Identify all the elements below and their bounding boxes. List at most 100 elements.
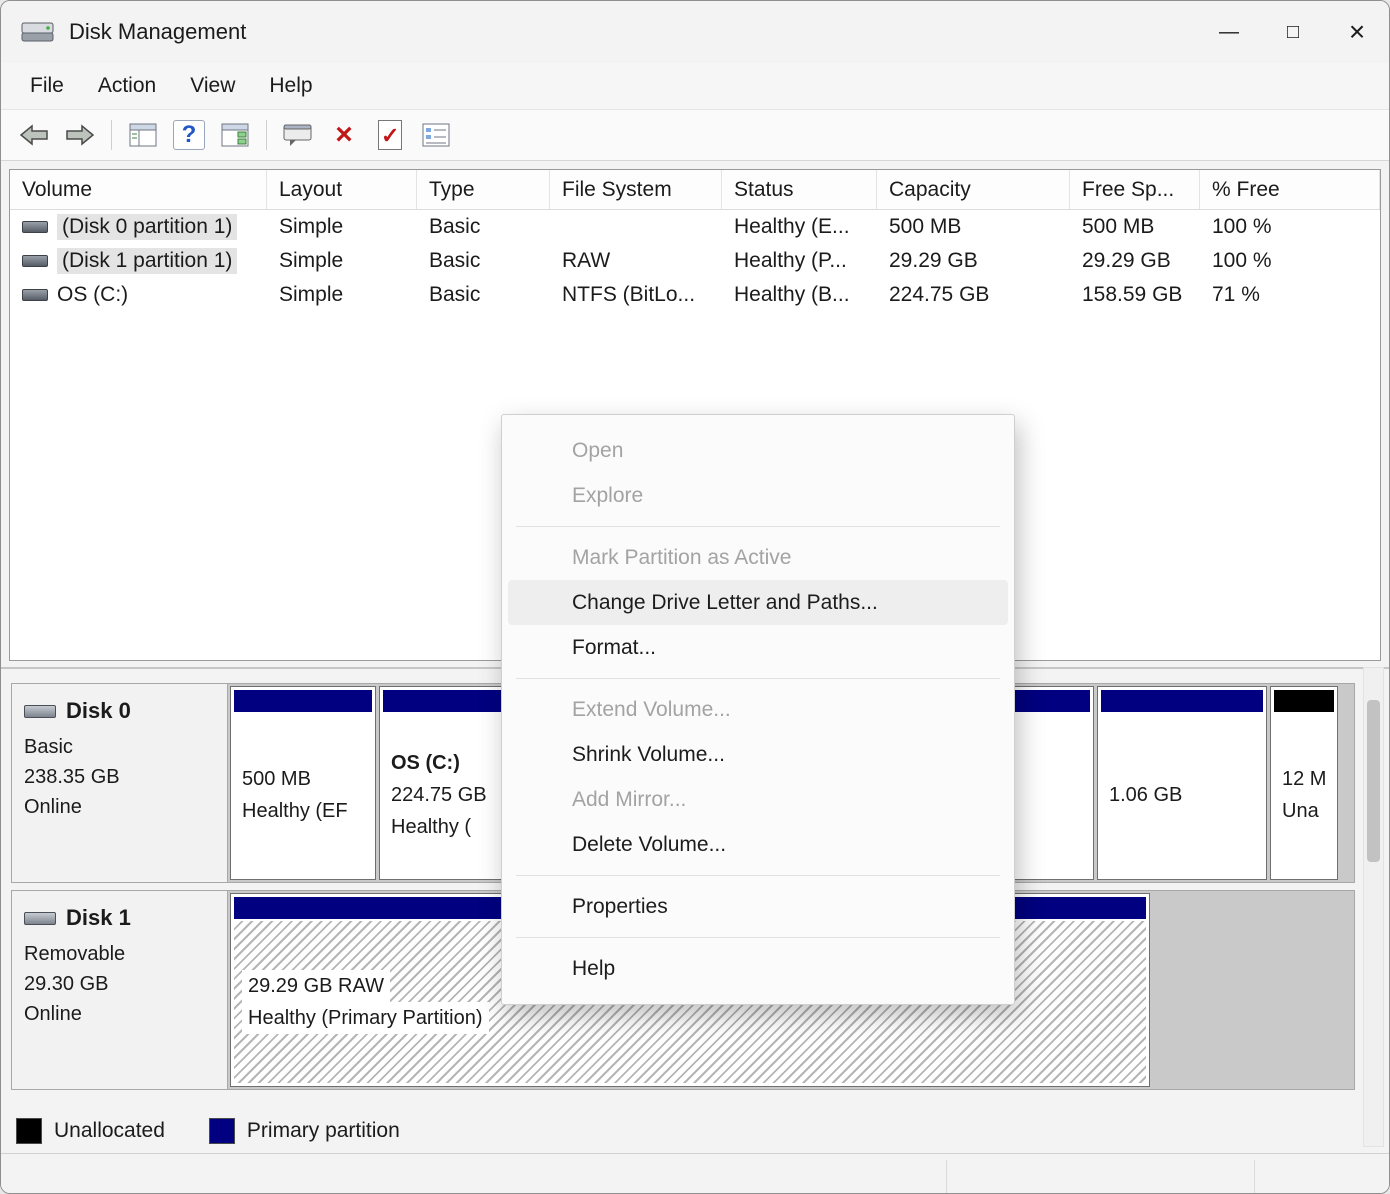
partition-header — [1101, 690, 1263, 712]
disk-type: Removable — [24, 939, 215, 969]
cell-pct-free: 100 % — [1200, 244, 1380, 278]
unallocated-swatch — [16, 1118, 42, 1144]
disk-icon — [24, 912, 56, 925]
unallocated-header — [1274, 690, 1334, 712]
column-header-pct-free[interactable]: % Free — [1200, 170, 1380, 209]
unallocated-block[interactable]: 12 M Una — [1270, 686, 1338, 880]
menu-item-shrink-volume[interactable]: Shrink Volume... — [508, 732, 1008, 777]
check-disk-icon[interactable]: ✓ — [367, 115, 413, 155]
unallocated-size: 12 M — [1282, 763, 1326, 795]
menu-separator — [516, 875, 1000, 876]
statusbar-divider — [946, 1160, 947, 1193]
column-header-volume[interactable]: Volume — [10, 170, 267, 209]
column-header-status[interactable]: Status — [722, 170, 877, 209]
action-pane-icon[interactable] — [212, 115, 258, 155]
disk-name: Disk 0 — [66, 698, 131, 724]
cell-type: Basic — [417, 210, 550, 244]
volume-list-header: Volume Layout Type File System Status Ca… — [10, 170, 1380, 210]
menu-help[interactable]: Help — [252, 68, 329, 104]
menu-item-format[interactable]: Format... — [508, 625, 1008, 670]
cell-layout: Simple — [267, 278, 417, 312]
menu-item-extend-volume: Extend Volume... — [508, 687, 1008, 732]
back-icon[interactable] — [11, 115, 57, 155]
table-row-disk0-partition1[interactable]: (Disk 0 partition 1) Simple Basic Health… — [10, 210, 1380, 244]
disk-size: 238.35 GB — [24, 762, 215, 792]
column-header-file-system[interactable]: File System — [550, 170, 722, 209]
disk-status: Online — [24, 999, 215, 1029]
delete-icon[interactable]: × — [321, 115, 367, 155]
disk-status: Online — [24, 792, 215, 822]
cell-status: Healthy (B... — [722, 278, 877, 312]
menu-item-mark-partition-active: Mark Partition as Active — [508, 535, 1008, 580]
cell-file-system: NTFS (BitLo... — [550, 278, 722, 312]
menu-view[interactable]: View — [173, 68, 252, 104]
scrollbar-thumb[interactable] — [1367, 700, 1380, 862]
help-icon[interactable]: ? — [166, 115, 212, 155]
toolbar-separator — [111, 120, 112, 150]
legend-label: Primary partition — [247, 1119, 400, 1143]
volume-icon — [22, 221, 48, 233]
legend-primary-partition: Primary partition — [209, 1118, 400, 1144]
menu-item-properties[interactable]: Properties — [508, 884, 1008, 929]
statusbar — [1, 1153, 1389, 1194]
table-row-os-c[interactable]: OS (C:) Simple Basic NTFS (BitLo... Heal… — [10, 278, 1380, 312]
vertical-scrollbar[interactable] — [1363, 667, 1384, 1147]
partition-size: 1.06 GB — [1109, 779, 1255, 811]
cell-type: Basic — [417, 244, 550, 278]
disk-type: Basic — [24, 732, 215, 762]
column-header-type[interactable]: Type — [417, 170, 550, 209]
menu-item-delete-volume[interactable]: Delete Volume... — [508, 822, 1008, 867]
context-menu: Open Explore Mark Partition as Active Ch… — [501, 414, 1015, 1005]
cell-type: Basic — [417, 278, 550, 312]
disk-0-label[interactable]: Disk 0 Basic 238.35 GB Online — [12, 684, 228, 882]
menu-item-open: Open — [508, 428, 1008, 473]
partition-size: 29.29 GB RAW — [242, 970, 390, 1002]
cell-free-space: 500 MB — [1070, 210, 1200, 244]
popup-window-icon[interactable] — [275, 115, 321, 155]
column-header-capacity[interactable]: Capacity — [877, 170, 1070, 209]
menu-file[interactable]: File — [13, 68, 81, 104]
legend: Unallocated Primary partition — [1, 1108, 1389, 1153]
volume-icon — [22, 289, 48, 301]
cell-volume: OS (C:) — [10, 278, 267, 312]
disk-1-label[interactable]: Disk 1 Removable 29.30 GB Online — [12, 891, 228, 1089]
cell-capacity: 224.75 GB — [877, 278, 1070, 312]
partition-recovery[interactable]: 1.06 GB — [1097, 686, 1267, 880]
table-row-disk1-partition1[interactable]: (Disk 1 partition 1) Simple Basic RAW He… — [10, 244, 1380, 278]
disk-icon — [24, 705, 56, 718]
menu-item-help[interactable]: Help — [508, 946, 1008, 991]
cell-layout: Simple — [267, 210, 417, 244]
cell-file-system: RAW — [550, 244, 722, 278]
window-controls: — □ × — [1197, 1, 1389, 63]
cell-capacity: 500 MB — [877, 210, 1070, 244]
primary-partition-swatch — [209, 1118, 235, 1144]
close-button[interactable]: × — [1325, 1, 1389, 63]
toolbar: ? × ✓ — [1, 109, 1389, 161]
cell-volume: (Disk 0 partition 1) — [10, 210, 267, 244]
menu-item-change-drive-letter[interactable]: Change Drive Letter and Paths... — [508, 580, 1008, 625]
partition-header — [234, 690, 372, 712]
cell-status: Healthy (E... — [722, 210, 877, 244]
menu-item-add-mirror: Add Mirror... — [508, 777, 1008, 822]
forward-icon[interactable] — [57, 115, 103, 155]
titlebar: Disk Management — □ × — [1, 1, 1389, 63]
maximize-button[interactable]: □ — [1261, 1, 1325, 63]
menu-separator — [516, 526, 1000, 527]
cell-capacity: 29.29 GB — [877, 244, 1070, 278]
column-header-free-space[interactable]: Free Sp... — [1070, 170, 1200, 209]
disk-size: 29.30 GB — [24, 969, 215, 999]
minimize-button[interactable]: — — [1197, 1, 1261, 63]
cell-file-system — [550, 210, 722, 244]
partition-size: 500 MB — [242, 763, 364, 795]
partition-status: Healthy (EF — [242, 795, 364, 827]
legend-label: Unallocated — [54, 1119, 165, 1143]
partition-efi[interactable]: 500 MB Healthy (EF — [230, 686, 376, 880]
menu-action[interactable]: Action — [81, 68, 173, 104]
cell-volume: (Disk 1 partition 1) — [10, 244, 267, 278]
cell-free-space: 29.29 GB — [1070, 244, 1200, 278]
properties-icon[interactable] — [413, 115, 459, 155]
console-tree-icon[interactable] — [120, 115, 166, 155]
volume-icon — [22, 255, 48, 267]
statusbar-divider — [1254, 1160, 1255, 1193]
column-header-layout[interactable]: Layout — [267, 170, 417, 209]
